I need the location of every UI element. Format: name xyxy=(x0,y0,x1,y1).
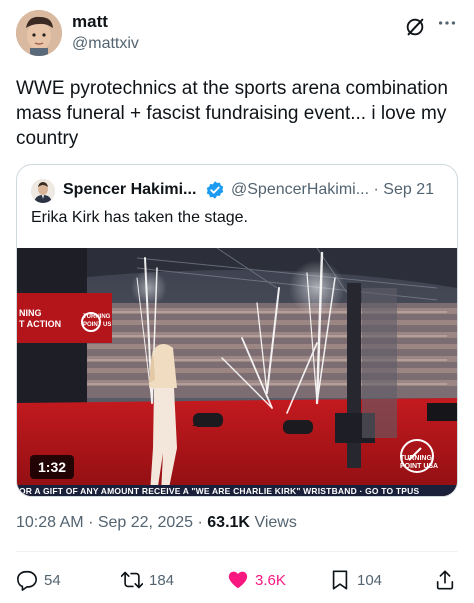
meta-separator: · xyxy=(373,181,379,198)
meta-separator: · xyxy=(197,514,208,531)
svg-text:NING: NING xyxy=(19,308,42,318)
author-handle[interactable]: @mattxiv xyxy=(72,35,139,53)
quoted-tweet[interactable]: Spencer Hakimi... @SpencerHakimi... · Se… xyxy=(16,164,458,497)
svg-text:TURNING: TURNING xyxy=(400,455,432,462)
repost-icon xyxy=(121,571,143,589)
grok-icon[interactable] xyxy=(404,16,426,38)
reply-count: 54 xyxy=(44,571,61,589)
svg-text:POINT USA: POINT USA xyxy=(400,463,438,470)
bookmark-count: 104 xyxy=(357,571,383,589)
divider xyxy=(16,551,458,552)
video-frame: NING T ACTION TURNING POINT US TURNING P… xyxy=(17,248,457,496)
svg-text:TURNING: TURNING xyxy=(83,314,111,320)
meta-separator: · xyxy=(88,514,98,531)
reply-button[interactable]: 54 xyxy=(16,566,61,594)
repost-count: 184 xyxy=(149,571,175,589)
quoted-date[interactable]: Sep 21 xyxy=(383,181,434,198)
views-count: 63.1K xyxy=(207,514,250,531)
like-button[interactable]: 3.6K xyxy=(227,566,286,594)
video-duration: 1:32 xyxy=(30,455,75,479)
reply-icon xyxy=(17,570,37,591)
verified-badge-icon xyxy=(205,180,225,200)
quoted-author-handle[interactable]: @SpencerHakimi... xyxy=(231,181,369,198)
like-icon xyxy=(228,571,248,589)
quoted-author-avatar xyxy=(31,179,55,203)
tweet-time[interactable]: 10:28 AM xyxy=(16,514,84,531)
more-icon[interactable] xyxy=(436,12,458,34)
tweet-header: matt @mattxiv xyxy=(16,10,458,58)
views-label: Views xyxy=(254,514,297,531)
video-ticker: OR A GIFT OF ANY AMOUNT RECEIVE A "WE AR… xyxy=(17,485,457,496)
tweet-date[interactable]: Sep 22, 2025 xyxy=(98,514,193,531)
quoted-tweet-text: Erika Kirk has taken the stage. xyxy=(31,209,248,226)
author-name[interactable]: matt xyxy=(72,12,108,32)
share-button[interactable] xyxy=(434,566,456,594)
repost-button[interactable]: 184 xyxy=(121,566,174,594)
tweet-text: WWE pyrotechnics at the sports arena com… xyxy=(16,78,448,149)
bookmark-button[interactable]: 104 xyxy=(329,566,382,594)
tweet-metadata: 10:28 AM · Sep 22, 2025 · 63.1K Views xyxy=(16,514,297,532)
bookmark-icon xyxy=(332,570,348,590)
like-count: 3.6K xyxy=(255,571,286,589)
action-bar: 54 184 3.6K 104 xyxy=(16,566,458,594)
share-icon xyxy=(436,570,454,590)
author-avatar[interactable] xyxy=(16,10,62,56)
quoted-author-name[interactable]: Spencer Hakimi... xyxy=(63,181,196,199)
svg-text:T ACTION: T ACTION xyxy=(19,319,61,329)
quoted-author-meta: @SpencerHakimi... · Sep 21 xyxy=(231,181,434,199)
svg-text:POINT US: POINT US xyxy=(83,322,111,328)
video-player[interactable]: NING T ACTION TURNING POINT US TURNING P… xyxy=(17,248,457,496)
